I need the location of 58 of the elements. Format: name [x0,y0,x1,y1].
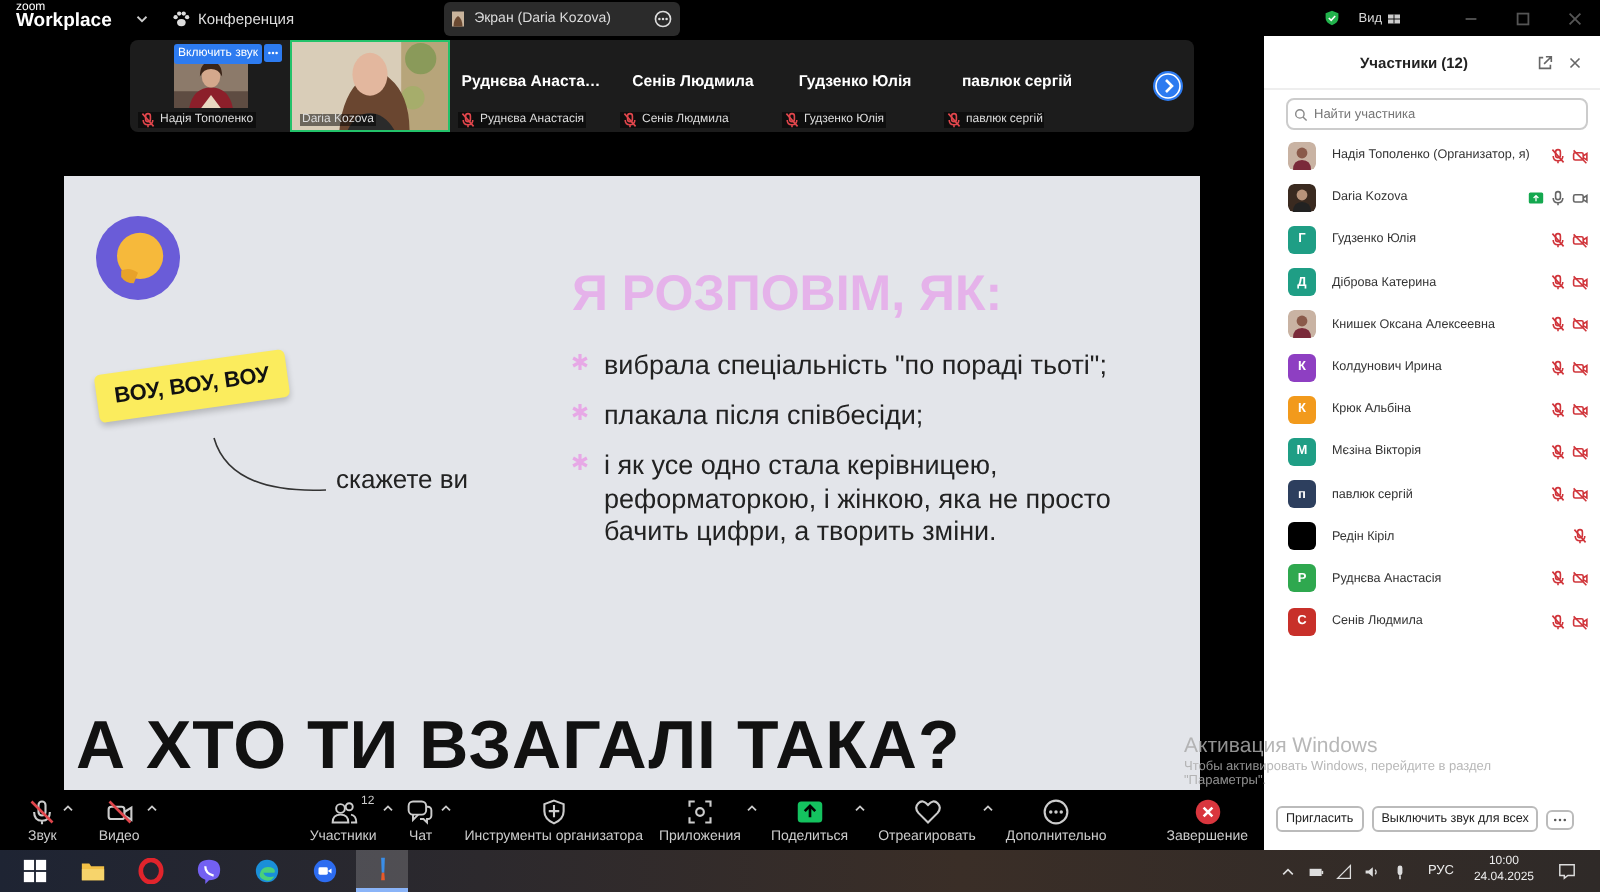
muted-mic-icon [28,797,57,825]
slide-title: А ХТО ТИ ВЗАГАЛІ ТАКА? [76,708,961,786]
zoom-app-icon [311,858,337,884]
network-icon[interactable] [1335,863,1352,879]
paw-icon [172,9,190,27]
grid-icon [1388,13,1400,23]
avatar-icon [452,9,465,27]
windows-logo-icon [21,858,47,884]
search-icon [1294,107,1308,121]
apps-icon [685,797,714,825]
share-screen-icon [795,797,824,825]
avatar-icon [1288,183,1316,212]
camera-off-icon [105,797,134,825]
speaker-icon[interactable] [1363,863,1380,879]
more-icon[interactable] [654,9,673,27]
more-icon [1552,815,1569,823]
bullet-star-icon [572,454,588,471]
people-icon [329,797,358,825]
pop-out-icon[interactable] [1536,53,1554,71]
avatar-icon [1288,310,1316,339]
caret-icon[interactable] [746,803,759,811]
bullet-star-icon [572,404,588,421]
more-icon[interactable] [264,44,283,62]
thinking-emoji-icon [96,216,180,300]
chevron-icon[interactable] [136,13,148,23]
caret-icon[interactable] [854,803,867,811]
caret-icon[interactable] [981,803,994,811]
avatar-icon [1288,141,1316,170]
curved-line [210,436,330,496]
chevron-up-icon[interactable] [1279,863,1296,879]
close-icon [1193,797,1222,825]
close-icon[interactable] [1566,9,1584,27]
shield-icon[interactable] [1324,10,1341,26]
edge-icon [253,858,279,884]
maximize-icon[interactable] [1514,9,1532,27]
caret-icon[interactable] [440,803,453,811]
bullet-text: і як усе одно стала керівницею, реформаторкою, і жінкою, яка не просто бачить цифри, а творить зміни. [604,450,1113,548]
shield-icon [539,797,568,825]
product-name: Workplace [16,14,114,32]
sticker-label: ВОУ, ВОУ, ВОУ [93,348,291,424]
bullet-text: вибрала спеціальність "по пораді тьоті"; [604,350,1107,383]
more-button[interactable] [1546,809,1575,829]
close-icon[interactable] [1566,53,1584,71]
chat-icon [406,797,435,825]
next-arrow-icon[interactable] [1152,70,1184,102]
heart-icon [913,797,941,825]
bullet-star-icon [572,354,588,370]
caret-icon[interactable] [145,803,158,811]
viber-icon [195,858,221,884]
notification-icon[interactable] [1558,862,1576,880]
more-icon [1042,797,1071,825]
folder-icon [79,858,105,884]
opera-icon [137,858,163,884]
caption-text: скажете ви [336,464,469,494]
bullet-text: плакала після співбесіди; [604,400,924,433]
caret-icon[interactable] [382,803,395,811]
caret-icon[interactable] [62,803,75,811]
battery-icon[interactable] [1307,863,1324,879]
